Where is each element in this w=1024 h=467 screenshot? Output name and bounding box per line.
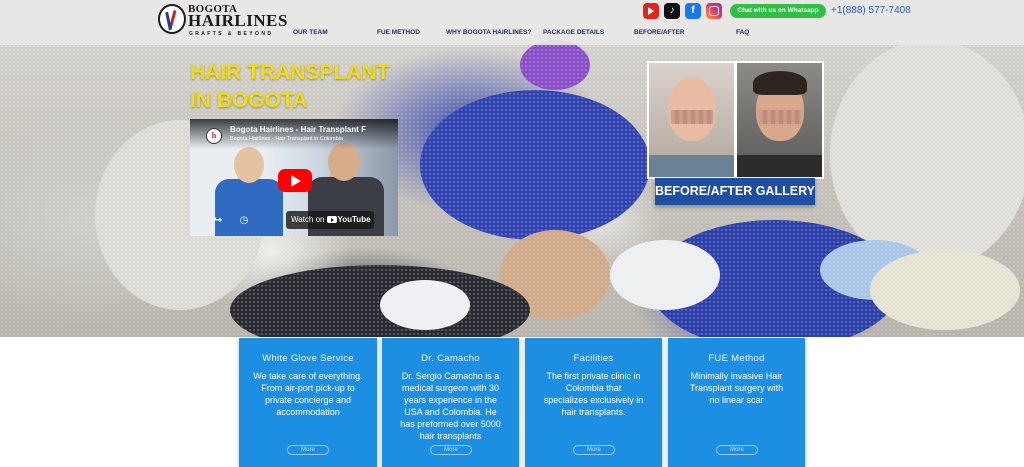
after-shirt (737, 155, 822, 177)
hero-title-line-2: IN BOGOTA (190, 89, 308, 112)
nav-fue-method[interactable]: FUE METHOD (377, 29, 420, 36)
after-hair (753, 71, 807, 95)
logo-mark-icon (158, 4, 186, 34)
after-eyes-pixelated (759, 110, 801, 124)
card-title: White Glove Service (262, 353, 354, 364)
facebook-icon[interactable]: f (685, 3, 701, 19)
nav-our-team[interactable]: OUR TEAM (293, 29, 328, 36)
card-text: We take care of everything. From air-por… (253, 371, 363, 417)
youtube-logo-icon (326, 216, 337, 223)
youtube-icon[interactable] (643, 3, 659, 19)
whatsapp-chat-button[interactable]: Chat with us on Whatsapp (730, 4, 826, 18)
hero-background (0, 0, 1024, 337)
before-after-photo[interactable] (647, 61, 824, 179)
video-subtitle: Bogota Hairlines - Hair Transplant in Co… (230, 136, 344, 142)
logo-line-2: HAIRLINES (188, 11, 288, 30)
hero-title: HAIR TRANSPLANT IN BOGOTA (190, 59, 430, 115)
card-more-button[interactable]: More (716, 445, 758, 455)
card-text: Minimally invasive Hair Transplant surge… (689, 371, 784, 405)
before-shirt (649, 155, 734, 177)
youtube-wordmark: YouTube (337, 215, 371, 224)
tiktok-icon[interactable]: ♪ (664, 3, 680, 19)
card-more-button[interactable]: More (430, 445, 472, 455)
hero-dot-overlay (0, 0, 1024, 337)
phone-number-link[interactable]: +1(888) 577-7408 (831, 5, 911, 16)
before-photo (649, 63, 734, 177)
card-title: Dr. Camacho (421, 353, 480, 364)
instagram-icon[interactable] (706, 3, 722, 19)
card-text: Dr. Sergio Camacho is a medical surgeon … (400, 371, 501, 441)
video-title[interactable]: Bogota Hairlines - Hair Transplant F (230, 125, 394, 134)
share-icon[interactable]: ↪ (211, 214, 225, 228)
before-eyes-pixelated (671, 110, 713, 124)
site-header: BOGOTA HAIRLINES GRAFTS & BEYOND OUR TEA… (0, 0, 1024, 45)
nav-why-bogota-hairlines[interactable]: WHY BOGOTA HAIRLINES? (446, 29, 531, 36)
after-photo (737, 63, 822, 177)
card-text: The first private clinic in Colombia tha… (543, 371, 644, 417)
card-dr-camacho[interactable]: Dr. Camacho Dr. Sergio Camacho is a medi… (382, 338, 519, 467)
video-head-doctor (234, 147, 264, 183)
watch-on-label: Watch on (291, 215, 325, 224)
card-more-button[interactable]: More (573, 445, 615, 455)
card-title: Facilities (573, 353, 614, 364)
card-more-button[interactable]: More (287, 445, 329, 455)
card-fue-method[interactable]: FUE Method Minimally invasive Hair Trans… (668, 338, 805, 467)
card-white-glove-service[interactable]: White Glove Service We take care of ever… (239, 338, 377, 467)
before-face (668, 77, 716, 141)
card-title: FUE Method (708, 353, 765, 364)
card-facilities[interactable]: Facilities The first private clinic in C… (525, 338, 662, 467)
before-after-gallery-button[interactable]: BEFORE/AFTER GALLERY (655, 178, 815, 205)
watch-on-youtube-button[interactable]: Watch on YouTube (286, 211, 374, 229)
channel-avatar-icon[interactable]: h (206, 128, 222, 144)
logo-line-3: GRAFTS & BEYOND (189, 31, 274, 37)
nav-package-details[interactable]: PACKAGE DETAILS (543, 29, 604, 36)
nav-faq[interactable]: FAQ (736, 29, 749, 36)
play-button[interactable] (278, 169, 312, 192)
site-logo[interactable]: BOGOTA HAIRLINES GRAFTS & BEYOND (158, 2, 287, 40)
youtube-video-embed[interactable]: h Bogota Hairlines - Hair Transplant F B… (190, 119, 398, 236)
hero-title-line-1: HAIR TRANSPLANT (190, 61, 390, 84)
nav-before-after[interactable]: BEFORE/AFTER (634, 29, 685, 36)
clock-icon[interactable]: ◷ (237, 214, 251, 228)
